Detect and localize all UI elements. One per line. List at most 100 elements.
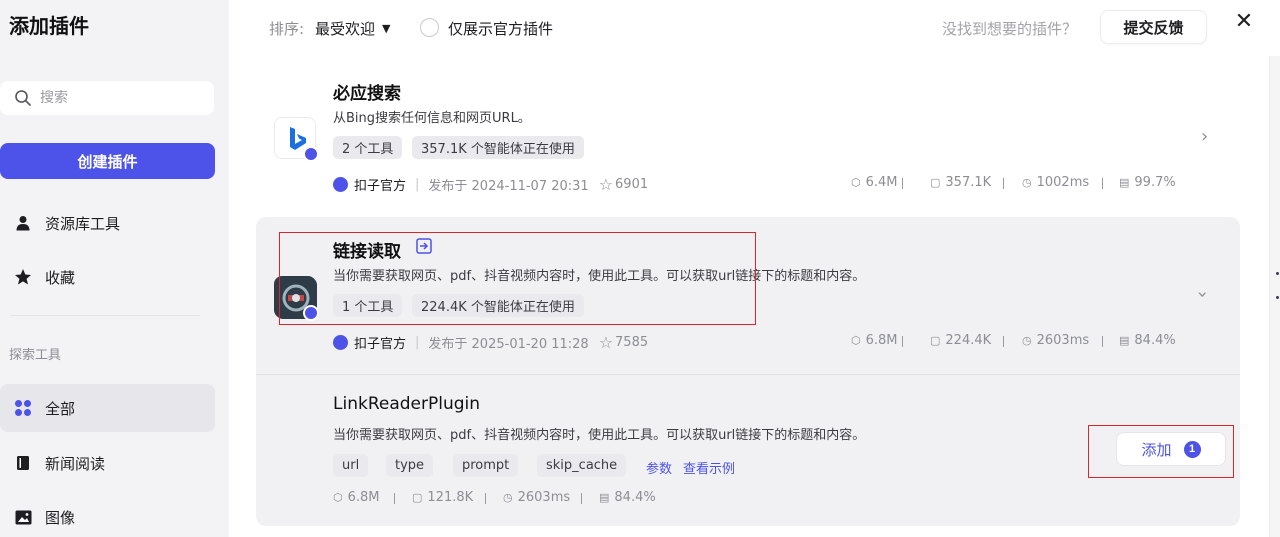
stat-separator — [394, 493, 395, 504]
stat-value: 6.8M — [865, 333, 898, 348]
official-only-radio[interactable] — [420, 18, 439, 37]
star-count: 6901 — [615, 177, 649, 192]
verified-badge-icon — [303, 146, 319, 162]
stat-success-rate: ▤ 84.4% — [599, 490, 656, 505]
cube-icon: ⬡ — [851, 334, 861, 347]
star-outline-icon[interactable]: ☆ — [599, 333, 613, 352]
stat-bots: ▢ 357.1K — [930, 175, 991, 190]
sidebar-title: 添加插件 — [9, 14, 89, 38]
sort-value: 最受欢迎 — [315, 20, 376, 38]
open-link-icon[interactable] — [416, 238, 432, 254]
stat-latency: ◷ 2603ms — [503, 490, 570, 505]
star-outline-icon[interactable]: ☆ — [599, 175, 613, 194]
chevron-right-icon[interactable]: › — [1201, 126, 1208, 147]
plugin-card-link-reader[interactable] — [256, 217, 1240, 526]
stat-calls: ⬡ 6.8M — [333, 490, 380, 505]
search-box[interactable] — [0, 81, 214, 115]
stat-separator — [1003, 336, 1004, 347]
stat-value: 84.4% — [1134, 333, 1176, 348]
stat-separator — [485, 493, 486, 504]
stat-value: 224.4K — [945, 333, 992, 348]
stat-value: 6.8M — [347, 490, 380, 505]
publish-date: 发布于 2024-11-07 20:31 — [428, 179, 589, 194]
stat-separator — [581, 493, 582, 504]
stat-separator — [1003, 178, 1004, 189]
category-label: 全部 — [45, 399, 76, 418]
tool-name: LinkReaderPlugin — [333, 394, 481, 414]
chart-icon: ▤ — [1119, 334, 1130, 347]
sort-label: 排序: — [269, 20, 305, 38]
category-all[interactable]: 全部 — [0, 384, 215, 432]
search-input[interactable] — [40, 90, 190, 106]
stat-value: 121.8K — [427, 490, 474, 505]
cube-icon: ⬡ — [333, 491, 343, 504]
tool-count-tag: 2 个工具 — [333, 136, 403, 159]
param-tag: skip_cache — [537, 454, 627, 477]
clock-icon: ◷ — [503, 491, 513, 504]
bot-icon: ▢ — [412, 491, 423, 504]
plugin-description: 当你需要获取网页、pdf、抖音视频内容时，使用此工具。可以获取url链接下的标题… — [333, 269, 866, 284]
sort-dropdown[interactable]: 最受欢迎 ▼ — [315, 18, 390, 39]
sidebar-item-favorites[interactable]: 收藏 — [0, 253, 215, 301]
stat-separator — [1102, 336, 1103, 347]
topbar: 排序: 最受欢迎 ▼ 仅展示官方插件 没找到想要的插件？ 提交反馈 ✕ — [229, 0, 1280, 56]
category-label: 新闻阅读 — [45, 454, 106, 473]
edge-marker — [1276, 272, 1279, 275]
publisher-name: 扣子官方 — [354, 179, 407, 194]
tool-divider — [256, 374, 1240, 375]
param-tag: prompt — [453, 454, 519, 477]
stat-separator — [1102, 178, 1103, 189]
bot-icon: ▢ — [930, 334, 941, 347]
clock-icon: ◷ — [1022, 176, 1032, 189]
bing-logo — [274, 117, 319, 162]
verified-badge-icon — [303, 305, 319, 321]
star-icon — [14, 268, 32, 286]
category-image[interactable]: 图像 — [0, 493, 215, 537]
sidebar-item-library-tools[interactable]: 资源库工具 — [0, 199, 215, 247]
meta-separator: | — [415, 177, 420, 192]
plugin-description: 从Bing搜索任何信息和网页URL。 — [333, 111, 531, 126]
chart-icon: ▤ — [1119, 176, 1130, 189]
add-tool-button[interactable]: 添加 1 — [1116, 432, 1226, 466]
stat-value: 1002ms — [1036, 175, 1090, 190]
clock-icon: ◷ — [1022, 334, 1032, 347]
view-example-link[interactable]: 查看示例 — [683, 458, 735, 477]
search-icon — [15, 90, 31, 106]
plugin-name: 链接读取 — [333, 242, 401, 262]
usage-tag: 357.1K 个智能体正在使用 — [412, 136, 584, 159]
stat-latency: ◷ 2603ms — [1022, 333, 1089, 348]
chevron-down-icon[interactable]: › — [1192, 291, 1213, 298]
sidebar-divider — [10, 315, 200, 316]
params-link[interactable]: 参数 — [646, 458, 672, 477]
stat-bots: ▢ 224.4K — [930, 333, 991, 348]
grid-icon — [14, 399, 32, 417]
param-tag: type — [386, 454, 434, 477]
stat-calls: ⬡ 6.4M — [851, 175, 898, 190]
category-news-reading[interactable]: 新闻阅读 — [0, 439, 215, 487]
image-icon — [14, 508, 32, 526]
feedback-button[interactable]: 提交反馈 — [1100, 10, 1207, 44]
official-only-label[interactable]: 仅展示官方插件 — [448, 18, 553, 39]
plugin-list-panel: 排序: 最受欢迎 ▼ 仅展示官方插件 没找到想要的插件？ 提交反馈 ✕ 必应搜索… — [229, 0, 1280, 537]
stat-latency: ◷ 1002ms — [1022, 175, 1089, 190]
close-icon[interactable]: ✕ — [1234, 9, 1254, 34]
stat-value: 2603ms — [1036, 333, 1090, 348]
create-plugin-button[interactable]: 创建插件 — [0, 143, 215, 179]
add-button-label: 添加 — [1141, 441, 1172, 459]
category-label: 图像 — [45, 508, 76, 527]
publisher-name: 扣子官方 — [354, 337, 407, 352]
explore-section-label: 探索工具 — [9, 348, 62, 363]
param-tag: url — [333, 454, 369, 477]
plugin-meta: 扣子官方 | 发布于 2025-01-20 11:28 ☆ 7585 — [333, 333, 648, 352]
stat-value: 99.7% — [1134, 175, 1176, 190]
cube-icon: ⬡ — [851, 176, 861, 189]
stat-calls: ⬡ 6.8M — [851, 333, 898, 348]
sidebar-item-label: 资源库工具 — [45, 214, 121, 233]
stat-bots: ▢ 121.8K — [412, 490, 473, 505]
added-count-badge: 1 — [1183, 440, 1201, 458]
not-found-text: 没找到想要的插件？ — [942, 20, 1078, 38]
plugin-meta: 扣子官方 | 发布于 2024-11-07 20:31 ☆ 6901 — [333, 175, 648, 194]
stat-value: 357.1K — [945, 175, 992, 190]
chart-icon: ▤ — [599, 491, 610, 504]
stat-separator — [902, 336, 903, 347]
